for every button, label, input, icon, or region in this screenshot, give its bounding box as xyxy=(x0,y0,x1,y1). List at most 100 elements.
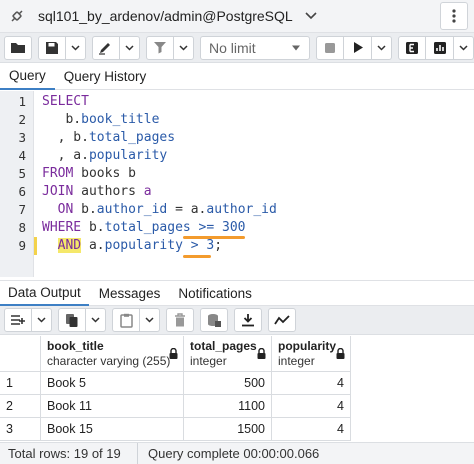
sql-keyword: WHERE xyxy=(42,220,82,235)
add-row-options-dropdown[interactable] xyxy=(32,308,52,332)
filter-icon[interactable] xyxy=(146,35,174,60)
column-name: book_title xyxy=(47,339,104,353)
total-rows-status: Total rows: 19 of 19 xyxy=(0,442,138,464)
edit-icon[interactable] xyxy=(92,35,120,60)
status-bar: Total rows: 19 of 19 Query complete 00:0… xyxy=(0,442,474,464)
column-identifier: popularity xyxy=(104,238,183,253)
execute-options-dropdown[interactable] xyxy=(372,35,392,60)
data-output-grid: book_title character varying (255) total… xyxy=(0,336,474,441)
table-cell[interactable]: 500 xyxy=(184,372,272,395)
save-options-dropdown[interactable] xyxy=(66,35,86,60)
column-identifier: total_pages xyxy=(104,220,191,235)
code-line: WHERE b.total_pages >= 300 xyxy=(42,220,246,235)
editor-tabs: Query Query History xyxy=(0,63,474,90)
line-number: 3 xyxy=(18,130,26,145)
code-text: a. xyxy=(190,202,207,217)
column-header-book-title[interactable]: book_title character varying (255) xyxy=(41,336,184,372)
code-line: JOIN authors a xyxy=(42,184,152,199)
column-identifier: popularity xyxy=(88,148,168,163)
code-line: AND a.popularity > 3; xyxy=(42,238,222,253)
save-data-changes-icon[interactable] xyxy=(200,308,228,332)
explain-analyze-icon[interactable] xyxy=(426,35,454,60)
copy-icon[interactable] xyxy=(58,308,86,332)
results-tabs: Data Output Messages Notifications xyxy=(0,280,474,306)
row-number[interactable]: 3 xyxy=(0,418,41,441)
row-limit-value: No limit xyxy=(209,39,256,56)
connection-title: sql101_by_ardenov/admin@PostgreSQL xyxy=(38,8,293,24)
copy-options-dropdown[interactable] xyxy=(86,308,106,332)
row-number-header xyxy=(0,336,41,372)
lock-icon xyxy=(336,347,345,362)
code-text: authors xyxy=(73,184,144,199)
execute-button[interactable] xyxy=(344,35,372,60)
code-text: b. xyxy=(81,220,105,235)
stop-button[interactable] xyxy=(316,35,344,60)
sql-editor[interactable]: 1 2 3 4 5 6 7 8 9 SELECT b.book_title , … xyxy=(0,91,474,277)
download-icon[interactable] xyxy=(234,308,262,332)
more-options-button[interactable] xyxy=(440,2,468,30)
code-text: , b. xyxy=(42,130,89,145)
query-status: Query complete 00:00:00.066 xyxy=(148,446,320,461)
open-file-button[interactable] xyxy=(4,35,32,60)
sql-keyword: SELECT xyxy=(42,94,89,109)
code-line: ON b.author_id = a.author_id xyxy=(42,202,277,217)
comparison-operator: >= xyxy=(190,220,223,235)
line-number: 4 xyxy=(18,148,26,163)
line-number: 5 xyxy=(18,166,26,181)
table-cell[interactable]: 4 xyxy=(272,418,351,441)
chevron-down-icon xyxy=(305,12,317,20)
sql-keyword: JOIN xyxy=(42,184,74,199)
tab-notifications[interactable]: Notifications xyxy=(170,281,260,306)
table-cell[interactable]: Book 11 xyxy=(41,395,184,418)
annotation-underline xyxy=(183,255,211,258)
column-header-popularity[interactable]: popularity integer xyxy=(272,336,351,372)
add-row-icon[interactable] xyxy=(4,308,32,332)
code-line: SELECT xyxy=(42,94,89,109)
paste-icon[interactable] xyxy=(112,308,140,332)
table-cell[interactable]: Book 15 xyxy=(41,418,184,441)
explain-options-dropdown[interactable] xyxy=(454,35,474,60)
connection-selector[interactable]: sql101_by_ardenov/admin@PostgreSQL xyxy=(34,4,317,28)
results-toolbar xyxy=(0,306,474,335)
code-line: , b.total_pages xyxy=(42,130,175,145)
paste-options-dropdown[interactable] xyxy=(140,308,160,332)
table-alias: a xyxy=(143,184,152,199)
tab-messages[interactable]: Messages xyxy=(91,281,169,306)
code-line: b.book_title xyxy=(42,112,159,127)
save-button[interactable] xyxy=(38,35,66,60)
connection-status-icon[interactable] xyxy=(0,0,34,33)
graph-visualiser-icon[interactable] xyxy=(268,308,296,332)
line-number: 7 xyxy=(18,202,26,217)
edit-options-dropdown[interactable] xyxy=(120,35,140,60)
annotation-underline xyxy=(183,236,245,239)
line-number: 2 xyxy=(18,112,26,127)
sql-keyword-highlighted: AND xyxy=(57,238,82,253)
line-number: 8 xyxy=(18,220,26,235)
column-header-total-pages[interactable]: total_pages integer xyxy=(184,336,272,372)
row-limit-select[interactable]: No limit xyxy=(200,35,310,60)
tab-query-history[interactable]: Query History xyxy=(55,63,156,90)
code-text: ; xyxy=(214,238,223,253)
table-cell[interactable]: 4 xyxy=(272,395,351,418)
sql-keyword: ON xyxy=(57,202,74,217)
explain-icon[interactable] xyxy=(398,35,426,60)
code-text: , a. xyxy=(42,148,89,163)
column-identifier: author_id xyxy=(96,202,168,217)
delete-icon[interactable] xyxy=(166,308,194,332)
table-cell[interactable]: 1500 xyxy=(184,418,272,441)
line-number: 1 xyxy=(18,94,26,109)
lock-icon xyxy=(169,347,178,362)
row-number[interactable]: 1 xyxy=(0,372,41,395)
table-cell[interactable]: Book 5 xyxy=(41,372,184,395)
column-identifier: total_pages xyxy=(88,130,176,145)
table-cell[interactable]: 1100 xyxy=(184,395,272,418)
row-number[interactable]: 2 xyxy=(0,395,41,418)
table-cell[interactable]: 4 xyxy=(272,372,351,395)
tab-query[interactable]: Query xyxy=(0,63,55,90)
numeric-literal: 300 xyxy=(222,220,246,235)
filter-options-dropdown[interactable] xyxy=(174,35,194,60)
code-line: , a.popularity xyxy=(42,148,168,163)
code-text: a. xyxy=(81,238,105,253)
tab-data-output[interactable]: Data Output xyxy=(0,281,89,306)
query-toolbar: No limit xyxy=(0,33,474,63)
